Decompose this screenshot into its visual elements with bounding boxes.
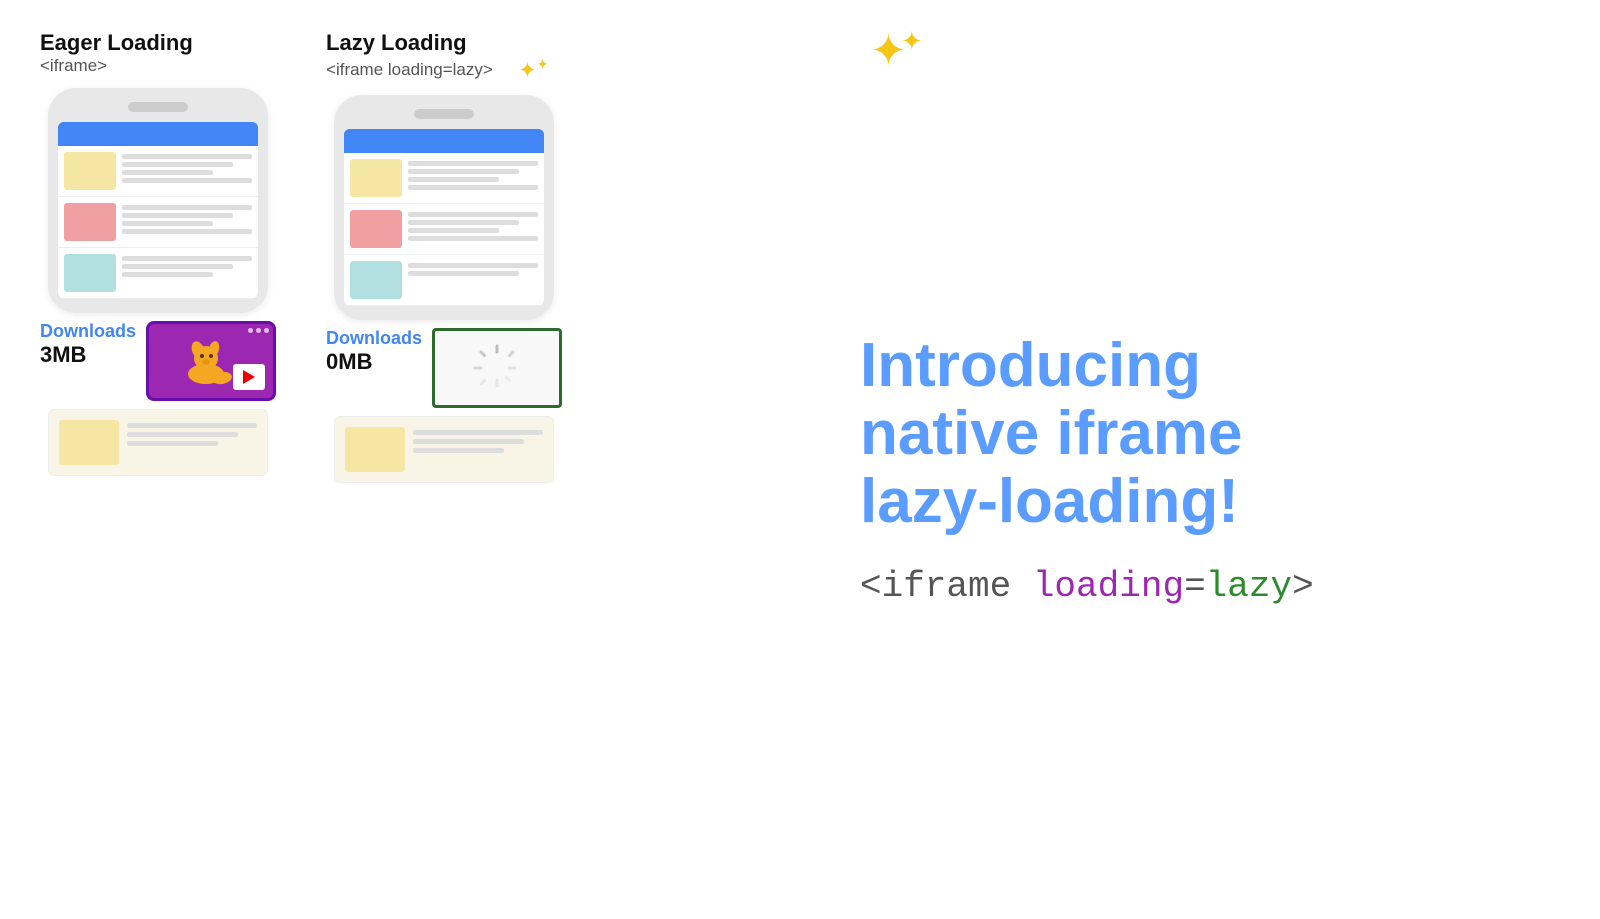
eager-loading-column: Eager Loading <iframe> [40,30,276,889]
eager-subtitle: <iframe> [40,56,193,76]
code-snippet: <iframe loading=lazy> [860,566,1560,607]
card-line [408,220,519,225]
card-line [413,448,504,453]
lazy-content-card-1 [344,153,544,204]
code-equals: = [1184,566,1206,607]
card-line [122,205,252,210]
below-fold-image [59,420,119,465]
intro-heading: Introducingnative iframelazy-loading! [860,332,1560,537]
card-line [413,430,543,435]
screen-content-lazy [344,153,544,306]
lazy-card-image-pink [350,210,402,248]
card-image-teal [64,254,116,292]
eager-downloads-text: Downloads 3MB [40,321,136,368]
content-card-2 [58,197,258,248]
screen-content-eager [58,146,258,299]
dog-icon [184,336,238,386]
below-fold-lines [127,420,257,465]
eager-header: Eager Loading <iframe> [40,30,193,76]
left-section: Eager Loading <iframe> [40,30,820,889]
phone-notch [128,102,188,112]
loading-spinner-icon [467,338,527,398]
card-line [408,271,519,276]
browser-dot [264,328,269,333]
card-line [413,439,524,444]
lazy-phone [334,95,554,320]
card-image-yellow [64,152,116,190]
lazy-downloads-size: 0MB [326,349,372,375]
lazy-screen-header [344,129,544,153]
eager-downloads-label: Downloads [40,321,136,342]
card-line [408,177,499,182]
card-line [122,178,252,183]
play-button [233,364,265,390]
card-line [122,213,233,218]
card-lines-1 [122,152,252,183]
lazy-card-image-teal [350,261,402,299]
content-card-1 [58,146,258,197]
content-card-3 [58,248,258,299]
eager-below-fold-card [48,409,268,476]
lazy-screen [344,129,544,306]
code-loading-attr: loading [1033,566,1184,607]
lazy-below-fold-lines [413,427,543,472]
lazy-below-fold-card [334,416,554,483]
lazy-card-lines-1 [408,159,538,190]
card-line [408,236,538,241]
lazy-downloads-label: Downloads [326,328,422,349]
eager-phone [48,88,268,313]
browser-dot [248,328,253,333]
card-line [122,221,213,226]
card-image-pink [64,203,116,241]
code-close: > [1292,566,1314,607]
card-line [122,272,213,277]
lazy-card-image-yellow [350,159,402,197]
lazy-downloads-section: Downloads 0MB [326,328,562,408]
code-iframe-open: <iframe [860,566,1033,607]
browser-dots [248,328,269,333]
eager-title: Eager Loading [40,30,193,56]
lazy-loading-column: Lazy Loading <iframe loading=lazy> ✦✦ [326,30,562,889]
code-lazy-value: lazy [1206,566,1292,607]
card-line [122,256,252,261]
card-line [408,185,538,190]
card-line [408,263,538,268]
lazy-iframe-thumbnail [432,328,562,408]
screen-header-bar [58,122,258,146]
lazy-card-lines-3 [408,261,538,276]
card-line [408,212,538,217]
lazy-content-card-3 [344,255,544,306]
lazy-header: Lazy Loading <iframe loading=lazy> ✦✦ [326,30,548,83]
card-lines-3 [122,254,252,277]
card-line [408,161,538,166]
lazy-title: Lazy Loading [326,30,548,56]
card-line [127,441,218,446]
card-line [122,229,252,234]
main-container: Eager Loading <iframe> [0,0,1600,919]
play-triangle-icon [243,370,255,384]
card-line [122,170,213,175]
card-line [408,169,519,174]
card-line [122,162,233,167]
card-line [127,423,257,428]
lazy-content-card-2 [344,204,544,255]
eager-iframe-thumbnail [146,321,276,401]
card-line [408,228,499,233]
lazy-below-fold-image [345,427,405,472]
right-section: Introducingnative iframelazy-loading! <i… [820,30,1560,889]
card-lines-2 [122,203,252,234]
lazy-downloads-text: Downloads 0MB [326,328,422,375]
browser-dot [256,328,261,333]
lazy-phone-notch [414,109,474,119]
lazy-subtitle: <iframe loading=lazy> ✦✦ [326,56,548,83]
card-line [122,154,252,159]
card-line [122,264,233,269]
eager-downloads-size: 3MB [40,342,86,368]
card-line [127,432,238,437]
eager-downloads-section: Downloads 3MB [40,321,276,401]
lazy-card-lines-2 [408,210,538,241]
eager-screen [58,122,258,299]
